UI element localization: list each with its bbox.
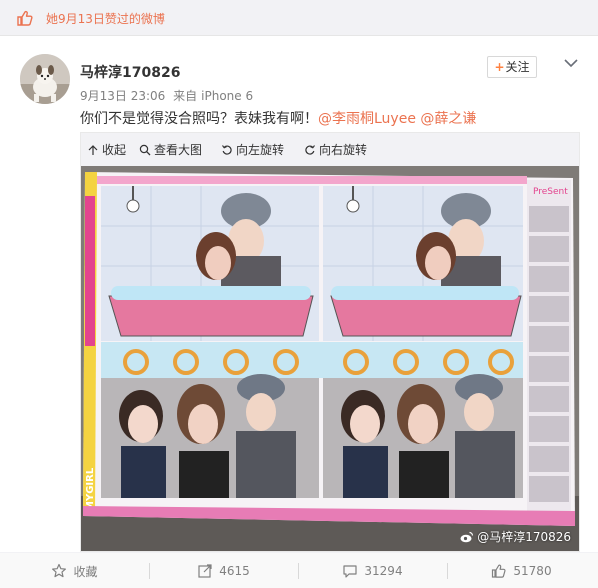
arrow-up-icon: [88, 144, 98, 155]
post-body: 你们不是觉得没合照吗？表妹我有啊！: [80, 111, 318, 127]
photo-watermark: @马梓淳170826: [460, 528, 571, 545]
liked-by-text[interactable]: 她9月13日赞过的微博: [46, 10, 165, 27]
rotate-left-button[interactable]: 向左旋转: [221, 141, 284, 158]
rotate-right-icon: [305, 144, 315, 155]
magnifier-icon: [139, 144, 151, 155]
weibo-post-card: 马梓淳170826 9月13日 23:06 来自 iPhone 6 +关注 你们不…: [0, 36, 598, 588]
thumbs-up-icon: [17, 10, 33, 26]
rotate-left-label: 向左旋转: [236, 143, 285, 157]
username[interactable]: 马梓淳170826: [80, 62, 180, 82]
like-button[interactable]: 51780: [447, 553, 596, 588]
like-count: 51780: [513, 564, 552, 578]
chevron-down-icon[interactable]: [562, 56, 580, 70]
post-text: 你们不是觉得没合照吗？表妹我有啊！@李雨桐Luyee @薛之谦: [80, 108, 476, 128]
view-large-label: 查看大图: [154, 143, 203, 157]
brand-label: MYGIRL: [85, 467, 96, 511]
comment-count: 31294: [364, 564, 403, 578]
view-large-button[interactable]: 查看大图: [139, 141, 202, 158]
post-time[interactable]: 9月13日 23:06: [80, 89, 165, 103]
thumbs-up-icon: [492, 564, 506, 578]
repost-button[interactable]: 4615: [149, 553, 298, 588]
collapse-label: 收起: [102, 143, 127, 157]
weibo-logo-icon: [460, 531, 474, 542]
collapse-button[interactable]: 收起: [87, 141, 126, 158]
favorite-label: 收藏: [73, 564, 98, 579]
source-prefix: 来自: [173, 89, 198, 103]
plus-icon: +: [494, 60, 505, 74]
post-source[interactable]: iPhone 6: [201, 89, 253, 103]
repost-count: 4615: [219, 564, 250, 578]
liked-by-banner: 她9月13日赞过的微博: [0, 0, 598, 36]
media-viewer: 收起 查看大图 向左旋转 向右旋转 MYGIRL PreSent @马梓淳170…: [80, 132, 580, 552]
strip-label: PreSent: [533, 187, 568, 197]
photo-sticker-illustration: MYGIRL PreSent: [81, 166, 579, 551]
rotate-right-label: 向右旋转: [319, 143, 368, 157]
rotate-left-icon: [222, 144, 232, 155]
follow-button[interactable]: +关注: [487, 56, 537, 78]
rotate-right-button[interactable]: 向右旋转: [304, 141, 367, 158]
follow-label: 关注: [505, 60, 530, 74]
comment-icon: [343, 565, 358, 578]
post-actions-bar: 收藏 4615 31294 51780: [0, 552, 598, 588]
media-toolbar: 收起 查看大图 向左旋转 向右旋转: [81, 133, 579, 163]
star-icon: [52, 563, 67, 578]
post-meta: 9月13日 23:06 来自 iPhone 6: [80, 87, 257, 104]
mention-link-2[interactable]: @薛之谦: [420, 111, 476, 127]
watermark-text: @马梓淳170826: [477, 530, 571, 544]
post-photo[interactable]: MYGIRL PreSent @马梓淳170826: [81, 166, 579, 551]
favorite-button[interactable]: 收藏: [0, 553, 149, 588]
repost-icon: [198, 564, 212, 578]
avatar[interactable]: [20, 54, 70, 104]
mention-link-1[interactable]: @李雨桐Luyee: [318, 111, 416, 127]
comment-button[interactable]: 31294: [298, 553, 447, 588]
